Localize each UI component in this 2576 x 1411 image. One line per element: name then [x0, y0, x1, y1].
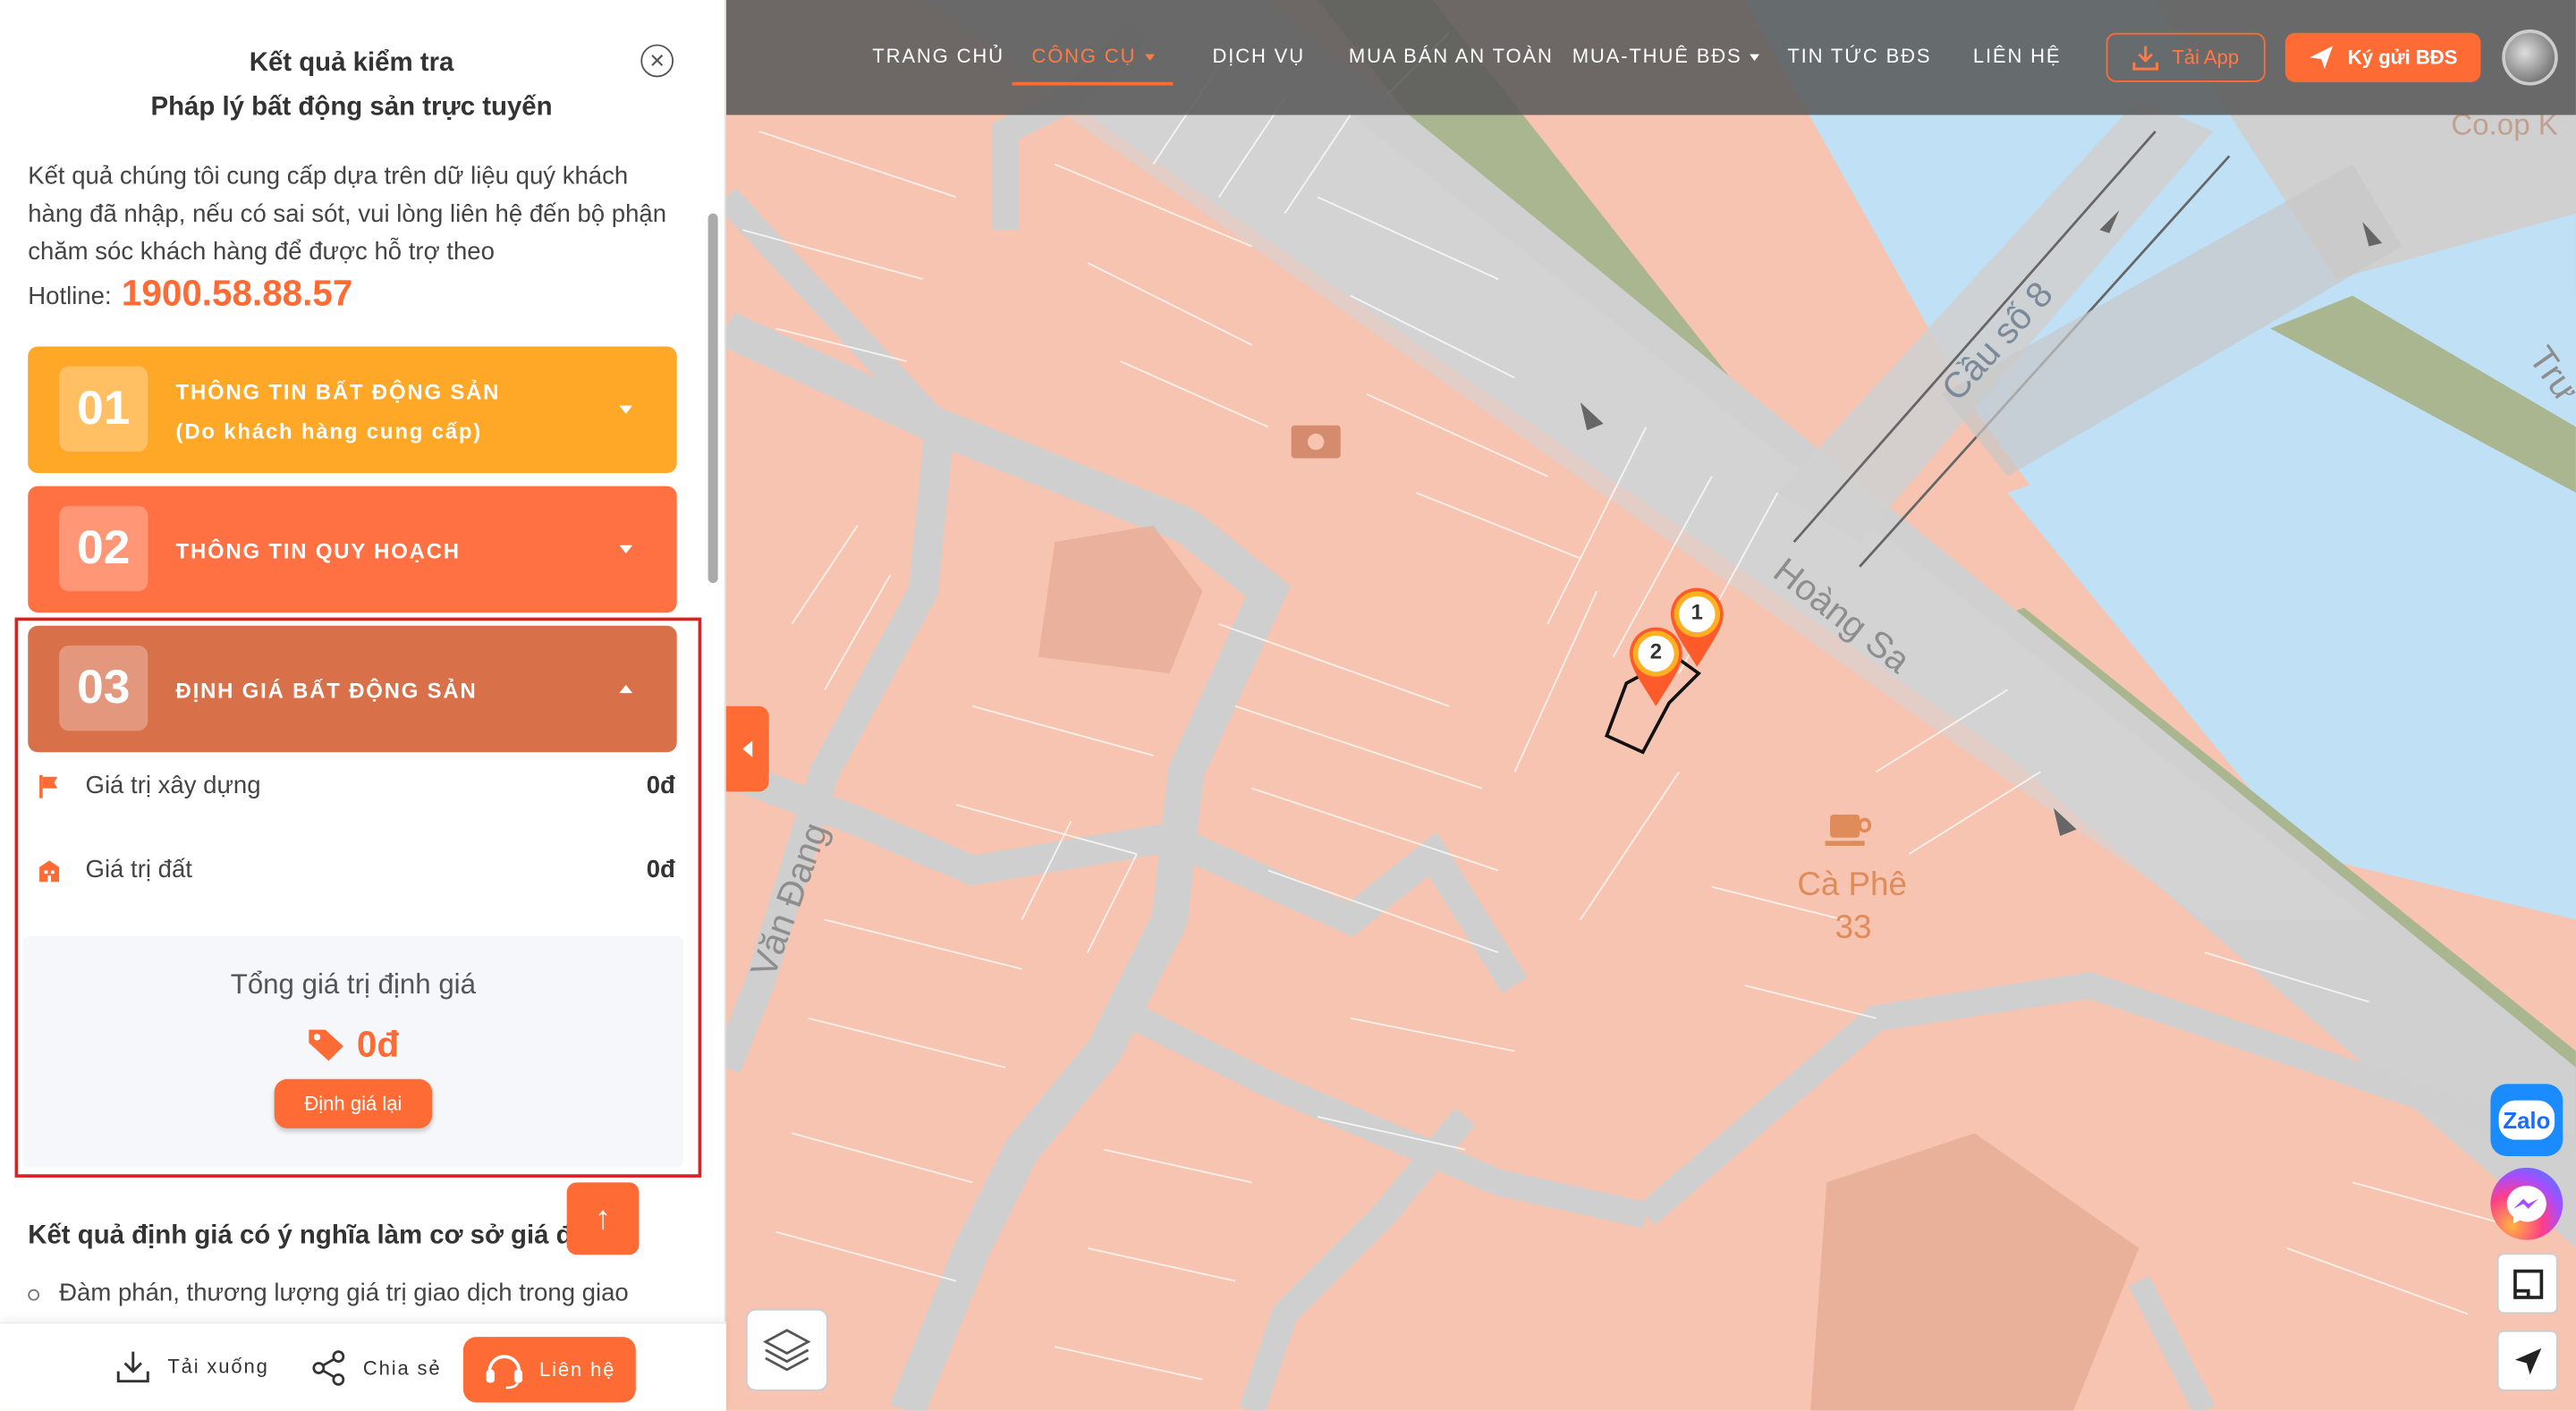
- download-app-button[interactable]: Tải App: [2106, 32, 2266, 82]
- section-number: 01: [59, 366, 148, 452]
- section-valuation[interactable]: 03 ĐỊNH GIÁ BẤT ĐỘNG SẢN: [28, 625, 677, 753]
- flag-icon: [39, 774, 58, 798]
- bullet-icon: [28, 1288, 40, 1300]
- zalo-button[interactable]: Zalo: [2490, 1084, 2563, 1157]
- nav-news[interactable]: TIN TỨC BĐS: [1787, 45, 1931, 68]
- total-valuation-label: Tổng giá trị định giá: [230, 968, 477, 1001]
- chevron-down-icon: [619, 545, 633, 553]
- map-view[interactable]: Cầu số 8 Hoàng Sa Văn Đang Cà Phê 33 Co.…: [725, 0, 2576, 1411]
- chevron-left-icon: [742, 740, 753, 757]
- nav-tools-label: CÔNG CỤ: [1031, 44, 1137, 68]
- share-button[interactable]: Chia sẻ: [310, 1350, 441, 1386]
- zalo-label: Zalo: [2497, 1100, 2555, 1140]
- nav-buy-rent-label: MUA-THUÊ BĐS: [1572, 44, 1742, 68]
- map-layers-button[interactable]: [745, 1308, 828, 1391]
- section-title: THÔNG TIN BẤT ĐỘNG SẢN: [175, 379, 501, 404]
- nav-safe-trade[interactable]: MUA BÁN AN TOÀN: [1349, 45, 1554, 68]
- section-planning-info[interactable]: 02 THÔNG TIN QUY HOẠCH: [28, 486, 677, 613]
- chevron-down-icon: [619, 405, 633, 414]
- section-number: 02: [59, 505, 148, 592]
- download-button[interactable]: Tải xuống: [115, 1350, 269, 1383]
- building-icon: [39, 860, 60, 883]
- nav-home[interactable]: TRANG CHỦ: [872, 45, 1004, 68]
- land-value-amount: 0đ: [646, 855, 675, 884]
- intro-text: Kết quả chúng tôi cung cấp dựa trên dữ l…: [28, 162, 667, 266]
- top-navigation: TRANG CHỦ CÔNG CỤ DỊCH VỤ MUA BÁN AN TOÀ…: [725, 0, 2576, 115]
- scroll-top-button[interactable]: ↑: [566, 1182, 640, 1255]
- total-valuation-value: 0đ: [23, 1021, 683, 1066]
- map-label-cafe-number: 33: [1835, 909, 1872, 946]
- note-item: Đàm phán, thương lượng giá trị giao dịch…: [28, 1280, 629, 1307]
- download-label: Tải xuống: [167, 1355, 269, 1378]
- map-label-cafe: Cà Phê: [1797, 866, 1907, 904]
- section-title: THÔNG TIN QUY HOẠCH: [175, 538, 461, 563]
- hotline-number[interactable]: 1900.58.88.57: [122, 273, 352, 316]
- pin-2-label: 2: [1649, 638, 1663, 664]
- chevron-down-icon: [1750, 54, 1760, 61]
- revalue-button[interactable]: Định giá lại: [274, 1078, 433, 1128]
- messenger-icon: [2506, 1186, 2546, 1224]
- contact-label: Liên hệ: [539, 1357, 616, 1381]
- ruler-tool-button[interactable]: [2496, 1253, 2558, 1314]
- arrow-up-icon: ↑: [594, 1199, 612, 1237]
- bottom-action-bar: Tải xuống Chia sẻ Liên hệ: [0, 1322, 726, 1411]
- chevron-down-icon: [1144, 54, 1155, 61]
- navigation-arrow-icon: [2514, 1348, 2541, 1374]
- construction-value-label: Giá trị xây dựng: [85, 772, 261, 800]
- close-icon[interactable]: ✕: [640, 44, 674, 78]
- nav-tools[interactable]: CÔNG CỤ: [1031, 44, 1155, 68]
- cafe-icon: [1825, 815, 1872, 846]
- construction-value-amount: 0đ: [646, 772, 675, 800]
- result-panel: Kết quả kiểm tra Pháp lý bất động sản tr…: [0, 0, 726, 1411]
- layers-icon: [762, 1329, 811, 1372]
- nav-active-underline: [1012, 81, 1174, 86]
- download-icon: [116, 1351, 149, 1383]
- consign-property-button[interactable]: Ký gửi BĐS: [2284, 32, 2481, 82]
- price-tag-icon: [309, 1029, 344, 1061]
- chevron-up-icon: [619, 684, 633, 694]
- nav-buy-rent[interactable]: MUA-THUÊ BĐS: [1572, 44, 1760, 68]
- note-title: Kết quả định giá có ý nghĩa làm cơ sở gi…: [28, 1221, 596, 1250]
- nav-services[interactable]: DỊCH VỤ: [1212, 45, 1304, 68]
- nav-contact[interactable]: LIÊN HỆ: [1973, 45, 2062, 68]
- section-property-info[interactable]: 01 THÔNG TIN BẤT ĐỘNG SẢN (Do khách hàng…: [28, 346, 677, 473]
- send-icon: [2309, 46, 2334, 70]
- share-label: Chia sẻ: [362, 1356, 442, 1380]
- panel-title-line1: Kết quả kiểm tra: [249, 49, 454, 78]
- total-valuation-box: Tổng giá trị định giá 0đ Định giá lại: [22, 935, 684, 1168]
- pin-1-label: 1: [1690, 599, 1703, 624]
- headset-icon: [487, 1355, 523, 1390]
- section-number: 03: [59, 645, 148, 731]
- consign-property-label: Ký gửi BĐS: [2347, 46, 2458, 70]
- section-title: ĐỊNH GIÁ BẤT ĐỘNG SẢN: [175, 678, 478, 704]
- total-valuation-amount: 0đ: [356, 1023, 400, 1065]
- section-subtitle: (Do khách hàng cung cấp): [175, 418, 483, 444]
- ruler-icon: [2512, 1268, 2543, 1298]
- download-icon: [2132, 46, 2159, 71]
- download-app-label: Tải App: [2172, 46, 2240, 70]
- panel-scrollbar[interactable]: [708, 213, 718, 584]
- share-icon: [312, 1350, 345, 1386]
- contact-button[interactable]: Liên hệ: [462, 1337, 636, 1403]
- locate-me-button[interactable]: [2496, 1330, 2558, 1391]
- hotline-label: Hotline:: [28, 282, 112, 311]
- collapse-panel-button[interactable]: [725, 706, 769, 792]
- user-avatar[interactable]: [2502, 30, 2558, 86]
- panel-title-line2: Pháp lý bất động sản trực tuyến: [150, 93, 553, 122]
- messenger-button[interactable]: [2490, 1167, 2563, 1240]
- note-item-text: Đàm phán, thương lượng giá trị giao dịch…: [59, 1279, 629, 1308]
- land-value-label: Giá trị đất: [85, 855, 192, 884]
- atm-icon: [1291, 425, 1341, 459]
